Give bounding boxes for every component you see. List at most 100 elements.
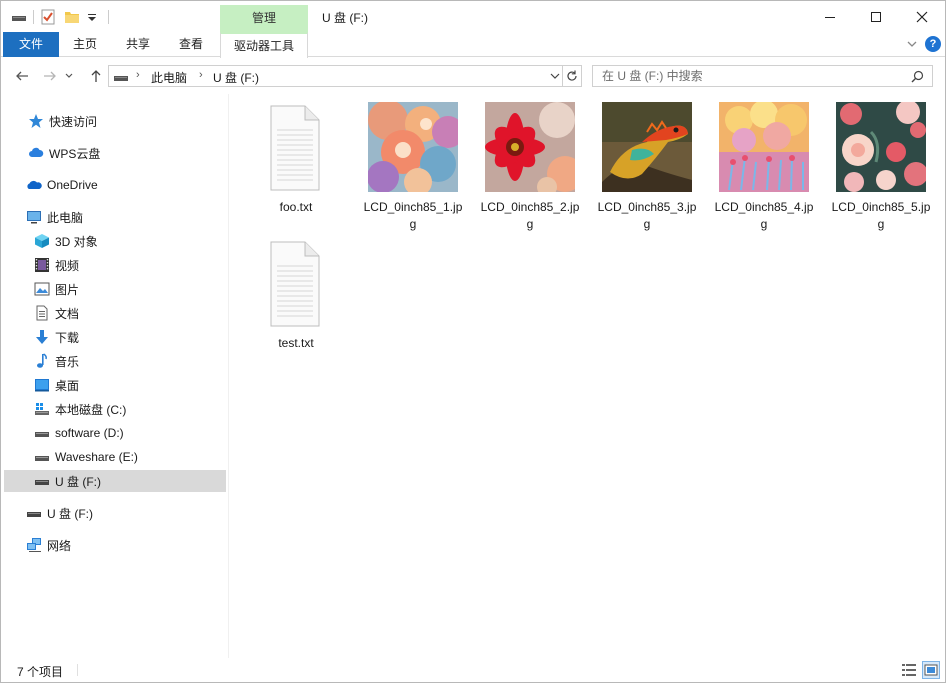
- sidebar-item-label: 此电脑: [47, 210, 84, 225]
- sidebar-item-onedrive[interactable]: OneDrive: [1, 174, 227, 196]
- breadcrumb-this-pc[interactable]: 此电脑: [151, 69, 187, 86]
- arrow-up-icon: [91, 70, 101, 82]
- file-item-foo-txt[interactable]: foo.txt: [244, 102, 348, 216]
- large-icons-view-button[interactable]: [922, 661, 940, 679]
- window-title: U 盘 (F:): [322, 11, 368, 25]
- new-folder-icon[interactable]: [64, 9, 80, 25]
- sidebar-item-waveshare-e[interactable]: Waveshare (E:): [1, 446, 227, 468]
- up-button[interactable]: [86, 66, 106, 86]
- sidebar-item-music[interactable]: 音乐: [1, 350, 227, 372]
- details-view-button[interactable]: [900, 661, 918, 679]
- sidebar-item-downloads[interactable]: 下载: [1, 326, 227, 348]
- network-icon: [26, 537, 42, 553]
- file-name: test.txt: [278, 336, 314, 350]
- usb-drive-icon: [34, 473, 50, 489]
- ribbon-expand-button[interactable]: [905, 37, 919, 51]
- tab-share[interactable]: 共享: [116, 32, 160, 57]
- file-name: foo.txt: [279, 200, 313, 214]
- customize-toolbar-icon[interactable]: [86, 9, 102, 25]
- sidebar-item-label: 快速访问: [49, 114, 98, 129]
- file-item-lcd-5[interactable]: LCD_0inch85_5.jpg: [829, 100, 933, 233]
- picture-icon: [34, 281, 50, 297]
- refresh-icon: [566, 70, 577, 81]
- address-bar[interactable]: › 此电脑 › U 盘 (F:): [108, 65, 563, 87]
- sidebar-item-label: 网络: [47, 538, 72, 553]
- sidebar-item-videos[interactable]: 视频: [1, 254, 227, 276]
- context-group-label: 管理: [220, 5, 308, 32]
- navigation-bar: › 此电脑 › U 盘 (F:): [1, 58, 945, 94]
- help-icon: ?: [929, 38, 937, 50]
- text-file-icon: [251, 102, 341, 192]
- file-item-test-txt[interactable]: test.txt: [244, 238, 348, 352]
- cloud-icon: [28, 145, 44, 161]
- sidebar-item-network[interactable]: 网络: [1, 534, 227, 556]
- sidebar-item-this-pc[interactable]: 此电脑: [1, 206, 227, 228]
- sidebar-item-label: 本地磁盘 (C:): [55, 402, 127, 417]
- file-item-lcd-1[interactable]: LCD_0inch85_1.jpg: [361, 100, 465, 233]
- breadcrumb-separator-icon: ›: [199, 69, 203, 81]
- usb-drive-icon: [26, 505, 42, 521]
- arrow-right-icon: [44, 71, 56, 81]
- sidebar-item-3d-objects[interactable]: 3D 对象: [1, 230, 227, 252]
- forward-button[interactable]: [40, 66, 60, 86]
- sidebar-item-wps-cloud[interactable]: WPS云盘: [1, 142, 227, 164]
- status-bar: 7 个项目: [1, 658, 945, 682]
- sidebar-item-pictures[interactable]: 图片: [1, 278, 227, 300]
- recent-locations-button[interactable]: [63, 66, 75, 86]
- file-name: LCD_0inch85_3.jpg: [597, 200, 697, 231]
- properties-icon[interactable]: [40, 9, 56, 25]
- roses-thumbnail: [836, 100, 928, 192]
- file-item-lcd-3[interactable]: LCD_0inch85_3.jpg: [595, 102, 699, 233]
- file-name: LCD_0inch85_1.jpg: [363, 200, 463, 231]
- tab-drive-tools[interactable]: 驱动器工具: [220, 32, 308, 58]
- minimize-icon: [825, 16, 835, 18]
- lizard-thumbnail: [602, 102, 692, 192]
- music-icon: [34, 353, 50, 369]
- sidebar-item-software-d[interactable]: software (D:): [1, 422, 227, 444]
- sidebar-item-label: 桌面: [55, 378, 80, 393]
- navigation-pane: 快速访问 WPS云盘 OneDrive 此电脑 3D 对象 视频 图片 文档 下…: [1, 94, 229, 658]
- sidebar-item-usb-f-selected[interactable]: U 盘 (F:): [4, 470, 226, 492]
- windows-drive-icon: [34, 401, 50, 417]
- close-button[interactable]: [899, 1, 945, 32]
- maximize-button[interactable]: [853, 1, 899, 32]
- sidebar-item-label: 下载: [55, 330, 80, 345]
- sidebar-item-usb-f[interactable]: U 盘 (F:): [1, 502, 227, 524]
- sidebar-item-label: software (D:): [55, 426, 124, 440]
- sidebar-item-quick-access[interactable]: 快速访问: [1, 110, 227, 132]
- video-icon: [34, 257, 50, 273]
- refresh-button[interactable]: [562, 65, 582, 87]
- drive-icon[interactable]: [11, 9, 27, 25]
- minimize-button[interactable]: [807, 1, 853, 32]
- back-button[interactable]: [12, 66, 32, 86]
- tab-home[interactable]: 主页: [63, 32, 107, 57]
- close-icon: [916, 11, 928, 22]
- sidebar-item-label: WPS云盘: [49, 146, 101, 161]
- file-name: LCD_0inch85_2.jpg: [480, 200, 580, 231]
- sidebar-item-documents[interactable]: 文档: [1, 302, 227, 324]
- breadcrumb-separator-icon: ›: [136, 69, 140, 81]
- flower-collage-thumbnail: [367, 100, 464, 196]
- sidebar-item-label: 视频: [55, 258, 80, 273]
- sidebar-item-local-disk-c[interactable]: 本地磁盘 (C:): [1, 398, 227, 420]
- sidebar-item-label: 音乐: [55, 354, 80, 369]
- chevron-down-icon[interactable]: [549, 70, 561, 82]
- sidebar-item-desktop[interactable]: 桌面: [1, 374, 227, 396]
- search-icon[interactable]: [911, 70, 924, 83]
- document-icon: [34, 305, 50, 321]
- file-item-lcd-2[interactable]: LCD_0inch85_2.jpg: [478, 102, 583, 233]
- tab-file[interactable]: 文件: [3, 32, 59, 57]
- search-input[interactable]: [593, 66, 893, 86]
- item-count: 7 个项目: [17, 665, 64, 679]
- help-button[interactable]: ?: [925, 36, 941, 52]
- tab-view[interactable]: 查看: [169, 32, 213, 57]
- drive-icon: [114, 76, 128, 81]
- file-name: LCD_0inch85_4.jpg: [714, 200, 814, 231]
- breadcrumb-usb-drive[interactable]: U 盘 (F:): [213, 69, 259, 86]
- text-file-icon: [251, 238, 341, 328]
- quick-access-toolbar: [11, 7, 115, 27]
- file-item-lcd-4[interactable]: LCD_0inch85_4.jpg: [712, 100, 816, 233]
- explorer-window: 管理 U 盘 (F:) 文件 主页 共享 查看 驱动器工具 ? › 此电脑 › …: [0, 0, 946, 683]
- sidebar-item-label: OneDrive: [47, 178, 98, 192]
- file-name: LCD_0inch85_5.jpg: [831, 200, 931, 231]
